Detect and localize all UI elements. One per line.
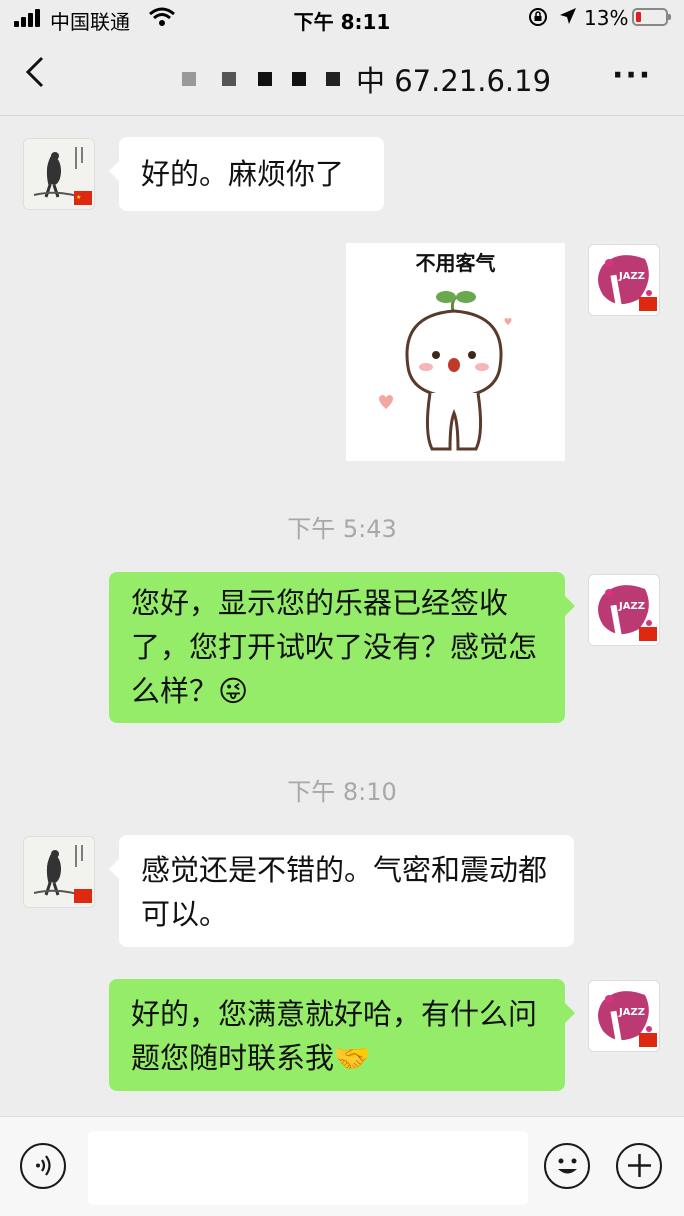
sticker-message[interactable]: 不用客气 [346, 243, 565, 461]
message-text: 感觉还是不错的。气密和震动都可以。 [141, 853, 548, 931]
chat-header: 中 67.21.6.19 ··· [0, 40, 684, 116]
status-bar: 中国联通 下午 8:11 13% [0, 0, 684, 40]
svg-text:JAZZ: JAZZ [618, 601, 645, 612]
rotation-lock-icon [528, 7, 548, 32]
chat-title: 中 67.21.6.19 [356, 64, 552, 98]
message-bubble[interactable]: 好的，您满意就好哈，有什么问题您随时联系我🤝 [109, 979, 575, 1091]
sticker-caption: 不用客气 [415, 251, 496, 275]
svg-text:JAZZ: JAZZ [618, 1007, 645, 1018]
redaction-mark [258, 72, 272, 86]
message-text: 好的，您满意就好哈，有什么问题您随时联系我🤝 [131, 997, 538, 1075]
message-text: 好的。麻烦你了 [141, 157, 345, 191]
emoji-icon[interactable] [544, 1143, 590, 1189]
svg-text:★: ★ [76, 194, 81, 201]
contact-avatar[interactable] [23, 836, 95, 908]
battery-icon [632, 8, 671, 26]
plus-icon[interactable] [616, 1143, 662, 1189]
input-bar [0, 1116, 684, 1216]
redaction-mark [182, 72, 196, 86]
contact-avatar[interactable]: ★ [23, 138, 95, 210]
svg-text:JAZZ: JAZZ [618, 271, 645, 282]
my-avatar[interactable]: JAZZ [588, 980, 660, 1052]
location-icon [558, 6, 578, 31]
message-text: 您好，显示您的乐器已经签收了，您打开试吹了没有？感觉怎么样？😜 [131, 586, 538, 708]
redaction-mark [326, 72, 340, 86]
my-avatar[interactable]: JAZZ [588, 574, 660, 646]
battery-percent: 13% [584, 6, 629, 30]
more-icon[interactable]: ··· [612, 58, 652, 93]
message-timestamp: 下午 5:43 [287, 515, 397, 543]
back-icon[interactable] [24, 54, 46, 100]
message-timestamp: 下午 8:10 [287, 778, 397, 806]
status-time: 下午 8:11 [293, 10, 391, 34]
my-avatar[interactable]: JAZZ [588, 244, 660, 316]
voice-icon[interactable] [20, 1143, 66, 1189]
message-bubble[interactable]: 您好，显示您的乐器已经签收了，您打开试吹了没有？感觉怎么样？😜 [109, 572, 575, 723]
message-input[interactable] [88, 1131, 528, 1205]
redaction-mark [292, 72, 306, 86]
message-bubble[interactable]: 感觉还是不错的。气密和震动都可以。 [109, 835, 574, 947]
redaction-mark [222, 72, 236, 86]
message-bubble[interactable]: 好的。麻烦你了 [109, 137, 384, 211]
